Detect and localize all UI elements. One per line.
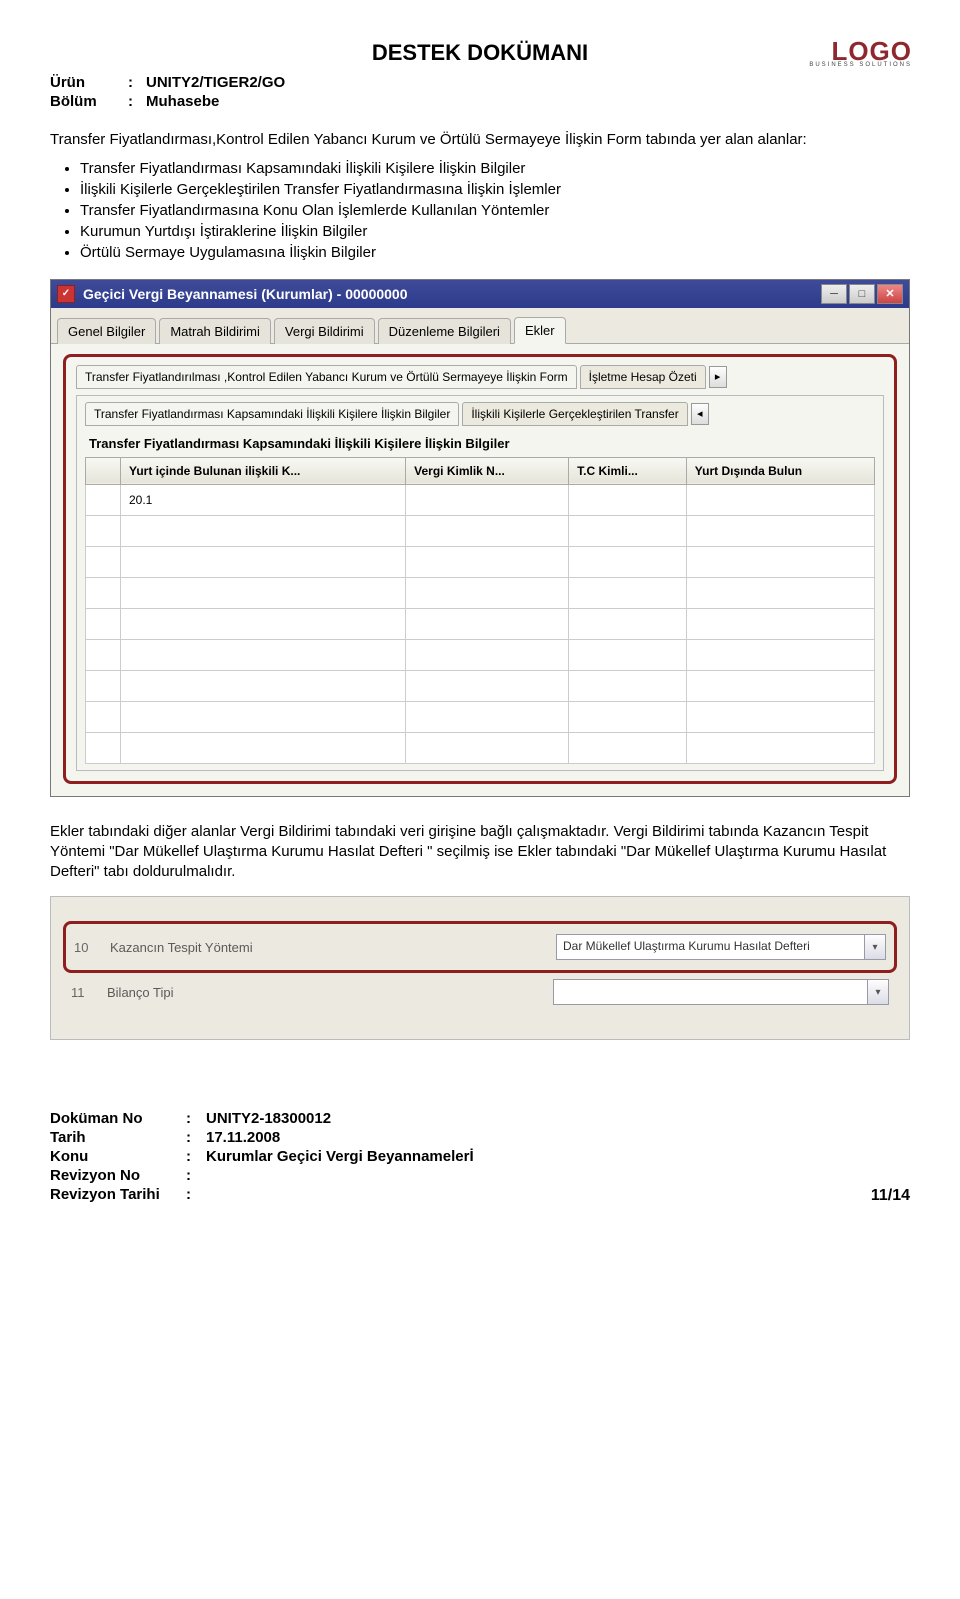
bullet-list: Transfer Fiyatlandırması Kapsamındaki İl…: [80, 160, 910, 261]
list-item: Transfer Fiyatlandırmasına Konu Olan İşl…: [80, 202, 910, 219]
table-row: 20.1: [86, 484, 875, 515]
body-text: Ekler tabındaki diğer alanlar Vergi Bild…: [50, 822, 910, 883]
combo-value[interactable]: Dar Mükellef Ulaştırma Kurumu Hasılat De…: [556, 934, 864, 960]
form-highlight: 10 Kazancın Tespit Yöntemi Dar Mükellef …: [63, 921, 897, 973]
tab-ekler[interactable]: Ekler: [514, 317, 566, 344]
docno-value: UNITY2-18300012: [206, 1110, 331, 1127]
table-row: [86, 577, 875, 608]
docno-label: Doküman No: [50, 1110, 180, 1127]
tab-genel-bilgiler[interactable]: Genel Bilgiler: [57, 318, 156, 344]
chevron-down-icon[interactable]: ▾: [867, 979, 889, 1005]
chevron-down-icon[interactable]: ▾: [864, 934, 886, 960]
revdate-label: Revizyon Tarihi: [50, 1186, 180, 1203]
table-row: [86, 608, 875, 639]
product-value: UNITY2/TIGER2/GO: [146, 74, 285, 91]
intro-text: Transfer Fiyatlandırması,Kontrol Edilen …: [50, 130, 910, 150]
table-row: [86, 639, 875, 670]
scroll-right-icon[interactable]: ▸: [709, 366, 727, 388]
table-row: [86, 701, 875, 732]
list-item: Transfer Fiyatlandırması Kapsamındaki İl…: [80, 160, 910, 177]
col-header[interactable]: Yurt içinde Bulunan ilişkili K...: [121, 457, 406, 484]
col-header[interactable]: T.C Kimli...: [569, 457, 687, 484]
scroll-left-icon[interactable]: ◂: [691, 403, 709, 425]
col-header[interactable]: Vergi Kimlik N...: [406, 457, 569, 484]
date-label: Tarih: [50, 1129, 180, 1146]
tab-matrah-bildirimi[interactable]: Matrah Bildirimi: [159, 318, 271, 344]
table-row: [86, 732, 875, 763]
document-title: DESTEK DOKÜMANI: [50, 40, 910, 66]
list-item: Örtülü Sermaye Uygulamasına İlişkin Bilg…: [80, 244, 910, 261]
field-label: Bilanço Tipi: [107, 985, 537, 1000]
main-tabbar: Genel Bilgiler Matrah Bildirimi Vergi Bi…: [51, 308, 909, 344]
list-item: İlişkili Kişilerle Gerçekleştirilen Tran…: [80, 181, 910, 198]
maximize-button[interactable]: □: [849, 284, 875, 304]
field-label: Kazancın Tespit Yöntemi: [110, 940, 540, 955]
app-icon: ✓: [57, 285, 75, 303]
subtab-gerceklestirilen-transfer[interactable]: İlişkili Kişilerle Gerçekleştirilen Tran…: [462, 402, 687, 426]
form-panel: 10 Kazancın Tespit Yöntemi Dar Mükellef …: [50, 896, 910, 1040]
field-number: 10: [74, 940, 94, 955]
window-titlebar: ✓ Geçici Vergi Beyannamesi (Kurumlar) - …: [51, 280, 909, 308]
window-title: Geçici Vergi Beyannamesi (Kurumlar) - 00…: [83, 286, 408, 302]
section-heading: Transfer Fiyatlandırması Kapsamındaki İl…: [89, 436, 875, 451]
product-label: Ürün: [50, 74, 120, 91]
document-meta: Ürün : UNITY2/TIGER2/GO Bölüm : Muhasebe: [50, 74, 910, 110]
highlight-box: Transfer Fiyatlandırılması ,Kontrol Edil…: [63, 354, 897, 784]
table-row: [86, 670, 875, 701]
page-number: 11/14: [871, 1187, 910, 1205]
section-value: Muhasebe: [146, 93, 219, 110]
tab-vergi-bildirimi[interactable]: Vergi Bildirimi: [274, 318, 375, 344]
table-row: [86, 515, 875, 546]
subtab-iliskili-kisiler[interactable]: Transfer Fiyatlandırması Kapsamındaki İl…: [85, 402, 459, 426]
combo-bilanco-tipi[interactable]: ▾: [553, 979, 889, 1005]
tab-duzenleme-bilgileri[interactable]: Düzenleme Bilgileri: [378, 318, 511, 344]
close-button[interactable]: ✕: [877, 284, 903, 304]
combo-kazanc-yontemi[interactable]: Dar Mükellef Ulaştırma Kurumu Hasılat De…: [556, 934, 886, 960]
topic-value: Kurumlar Geçici Vergi Beyannamelerİ: [206, 1148, 474, 1165]
field-number: 11: [71, 985, 91, 1000]
subtab-isletme-hesap[interactable]: İşletme Hesap Özeti: [580, 365, 706, 389]
date-value: 17.11.2008: [206, 1129, 280, 1146]
subtab-transfer-form[interactable]: Transfer Fiyatlandırılması ,Kontrol Edil…: [76, 365, 577, 389]
app-window: ✓ Geçici Vergi Beyannamesi (Kurumlar) - …: [50, 279, 910, 797]
col-header[interactable]: Yurt Dışında Bulun: [686, 457, 874, 484]
combo-value[interactable]: [553, 979, 867, 1005]
data-grid[interactable]: Yurt içinde Bulunan ilişkili K... Vergi …: [85, 457, 875, 764]
table-row: [86, 546, 875, 577]
section-label: Bölüm: [50, 93, 120, 110]
list-item: Kurumun Yurtdışı İştiraklerine İlişkin B…: [80, 223, 910, 240]
footer: Doküman No:UNITY2-18300012 Tarih:17.11.2…: [50, 1110, 910, 1205]
topic-label: Konu: [50, 1148, 180, 1165]
revno-label: Revizyon No: [50, 1167, 180, 1184]
minimize-button[interactable]: ─: [821, 284, 847, 304]
